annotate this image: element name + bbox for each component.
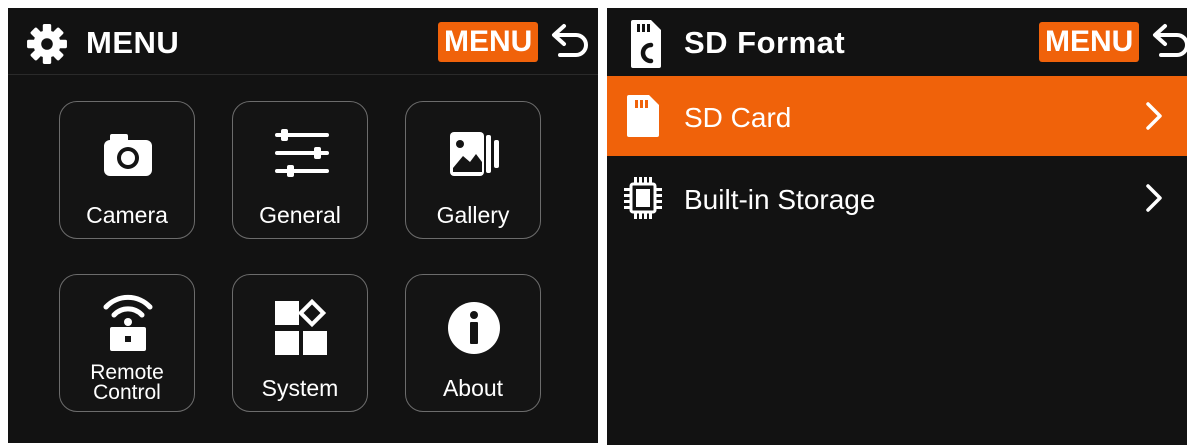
sd-format-screen: SD Format MENU SD Card Built-in Storage bbox=[607, 8, 1187, 445]
tile-label: System bbox=[261, 375, 339, 401]
sd-card-icon bbox=[627, 95, 659, 137]
list-item-built-in-storage[interactable]: Built-in Storage bbox=[607, 158, 1187, 238]
sd-format-icon bbox=[631, 20, 661, 68]
tile-remote-control[interactable]: Remote Control bbox=[59, 274, 195, 412]
menu-header: MENU MENU bbox=[8, 8, 598, 74]
list-item-label: SD Card bbox=[684, 102, 792, 133]
chip-icon bbox=[624, 177, 662, 219]
tile-gallery[interactable]: Gallery bbox=[405, 101, 541, 239]
remote-control-icon bbox=[103, 294, 153, 351]
back-arrow-icon[interactable] bbox=[1151, 23, 1187, 61]
tile-system[interactable]: System bbox=[232, 274, 368, 412]
header-divider bbox=[8, 74, 598, 75]
tile-label: General bbox=[259, 202, 341, 228]
info-icon bbox=[448, 302, 500, 354]
tile-label: About bbox=[442, 375, 504, 401]
list-item-sd-card[interactable]: SD Card bbox=[607, 76, 1187, 156]
system-icon bbox=[275, 298, 327, 355]
sd-format-header: SD Format MENU bbox=[607, 8, 1187, 74]
page-title: MENU bbox=[86, 25, 180, 60]
tile-about[interactable]: About bbox=[405, 274, 541, 412]
chevron-right-icon bbox=[1146, 184, 1162, 212]
tile-label: Camera bbox=[86, 202, 168, 228]
menu-button[interactable]: MENU bbox=[438, 22, 539, 62]
page-title: SD Format bbox=[684, 25, 846, 60]
tile-camera[interactable]: Camera bbox=[59, 101, 195, 239]
tile-label: Remote Control bbox=[90, 361, 164, 404]
chevron-right-icon bbox=[1146, 102, 1162, 130]
list-item-label: Built-in Storage bbox=[684, 184, 876, 215]
back-arrow-icon[interactable] bbox=[550, 23, 590, 61]
gallery-icon bbox=[450, 132, 499, 176]
tile-label: Gallery bbox=[436, 202, 510, 228]
camera-icon bbox=[104, 134, 152, 176]
menu-button[interactable]: MENU bbox=[1039, 22, 1140, 62]
gear-icon bbox=[27, 24, 67, 64]
menu-screen: MENU MENU Camera General Gallery Remote … bbox=[8, 8, 598, 443]
tile-general[interactable]: General bbox=[232, 101, 368, 239]
sliders-icon bbox=[275, 129, 329, 177]
